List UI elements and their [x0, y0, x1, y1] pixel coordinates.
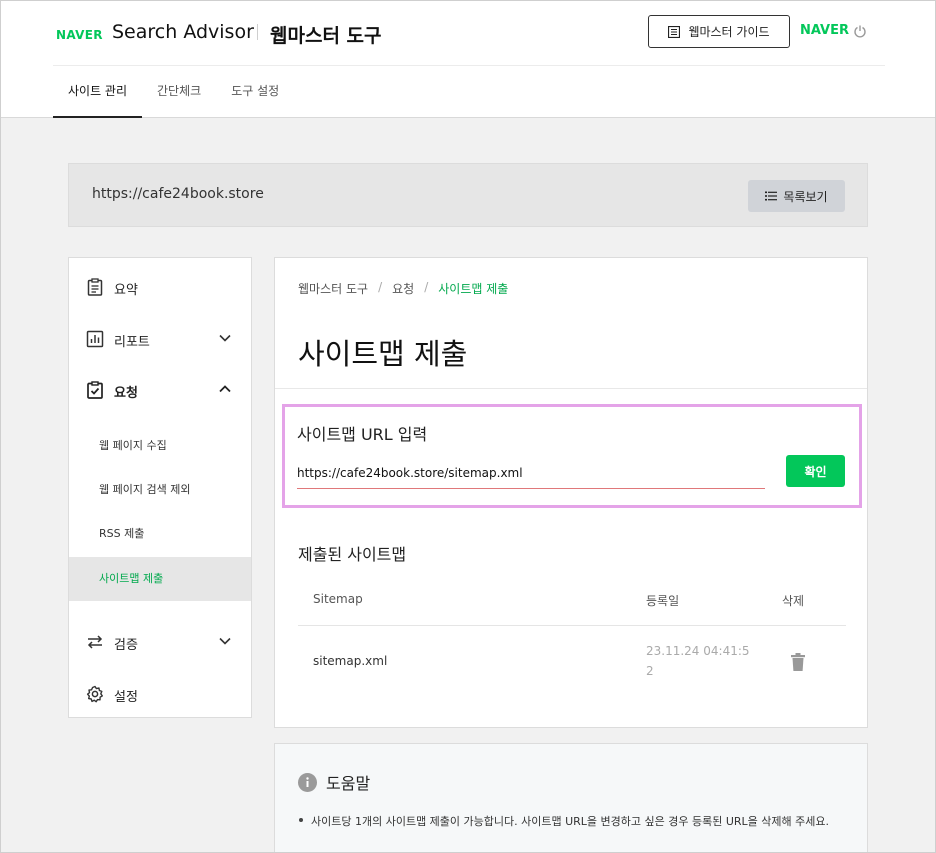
title-divider — [257, 24, 258, 40]
list-icon — [765, 191, 778, 201]
help-text: 사이트당 1개의 사이트맵 제출이 가능합니다. 사이트맵 URL을 변경하고 … — [311, 815, 830, 828]
sidebar-item-verify[interactable]: 검증 — [69, 618, 251, 662]
breadcrumb-separator: / — [424, 280, 429, 294]
confirm-button[interactable]: 확인 — [786, 455, 845, 487]
product-name[interactable]: Search Advisor — [112, 21, 254, 43]
sidebar-item-settings[interactable]: 설정 — [69, 670, 251, 714]
nav-tabs: 사이트 관리 간단체크 도구 설정 — [53, 66, 294, 118]
breadcrumb-current: 사이트맵 제출 — [438, 282, 509, 296]
column-sitemap: Sitemap — [313, 592, 363, 606]
sidebar-item-summary[interactable]: 요약 — [69, 263, 251, 307]
bullet-dot — [299, 818, 303, 822]
gear-icon — [86, 685, 103, 703]
sitemap-url-input[interactable] — [297, 457, 765, 489]
sitemap-name[interactable]: sitemap.xml — [313, 654, 387, 668]
guide-book-icon — [668, 25, 681, 38]
help-card: 도움말 사이트당 1개의 사이트맵 제출이 가능합니다. 사이트맵 URL을 변… — [274, 743, 868, 853]
naver-account-link[interactable]: NAVER — [800, 23, 867, 38]
breadcrumb-webmaster-tool[interactable]: 웹마스터 도구 — [298, 280, 368, 297]
sidebar-item-request[interactable]: 요청 — [69, 366, 251, 410]
sidebar-label-request: 요청 — [114, 386, 138, 401]
naver-logo[interactable]: NAVER — [56, 28, 103, 42]
chevron-down-icon — [219, 334, 231, 342]
sidebar-label-report: 리포트 — [114, 335, 150, 350]
power-icon[interactable] — [853, 24, 867, 38]
sidebar-subitem-page-exclude[interactable]: 웹 페이지 검색 제외 — [69, 468, 251, 512]
breadcrumb-request[interactable]: 요청 — [392, 280, 414, 297]
breadcrumb-separator: / — [378, 280, 383, 294]
help-header: 도움말 — [298, 770, 370, 794]
sidebar-subitem-sitemap-submit[interactable]: 사이트맵 제출 — [69, 557, 251, 601]
tab-site-management[interactable]: 사이트 관리 — [53, 66, 143, 118]
site-bar: https://cafe24book.store 목록보기 — [68, 163, 868, 227]
sitemap-registered-date: 23.11.24 04:41:52 — [646, 644, 750, 678]
help-title: 도움말 — [326, 774, 371, 793]
sitemap-url-label: 사이트맵 URL 입력 — [297, 425, 428, 444]
sidebar-label-settings: 설정 — [114, 690, 138, 705]
tab-tool-settings[interactable]: 도구 설정 — [216, 66, 294, 118]
clipboard-icon — [87, 278, 103, 296]
sitemap-url-input-section: 사이트맵 URL 입력 확인 — [282, 404, 862, 508]
sidebar-label-verify: 검증 — [114, 638, 138, 653]
sidebar: 요약 리포트 요청 웹 페이지 수집 웹 페이지 검색 제외 RSS 제출 사이… — [68, 257, 252, 718]
list-button-label: 목록보기 — [783, 189, 828, 204]
divider — [275, 388, 867, 389]
chevron-down-icon — [219, 637, 231, 645]
tab-simple-check[interactable]: 간단체크 — [142, 66, 216, 118]
table-row: sitemap.xml 23.11.24 04:41:52 — [298, 627, 846, 697]
chevron-up-icon — [219, 385, 231, 393]
verify-arrows-icon — [87, 635, 103, 649]
breadcrumb: 웹마스터 도구 / 요청 / 사이트맵 제출 — [298, 280, 508, 297]
guide-button-label: 웹마스터 가이드 — [688, 25, 770, 39]
tool-title[interactable]: 웹마스터 도구 — [270, 21, 382, 48]
naver-link-label: NAVER — [800, 23, 850, 38]
sidebar-label-summary: 요약 — [114, 283, 138, 298]
submitted-sitemaps-title: 제출된 사이트맵 — [298, 545, 407, 564]
sidebar-subitem-rss-submit[interactable]: RSS 제출 — [69, 512, 251, 556]
top-header: NAVER Search Advisor 웹마스터 도구 웹마스터 가이드 NA… — [1, 1, 935, 118]
sidebar-subitem-page-collect[interactable]: 웹 페이지 수집 — [69, 424, 251, 468]
list-view-button[interactable]: 목록보기 — [748, 180, 845, 212]
request-check-icon — [87, 381, 103, 399]
sitemap-submit-card: 웹마스터 도구 / 요청 / 사이트맵 제출 사이트맵 제출 사이트맵 URL … — [274, 257, 868, 728]
column-registered-date: 등록일 — [646, 594, 680, 608]
report-chart-icon — [86, 330, 104, 348]
sidebar-item-report[interactable]: 리포트 — [69, 315, 251, 359]
trash-icon[interactable] — [791, 653, 805, 671]
info-icon — [298, 772, 317, 792]
brand-row: NAVER Search Advisor 웹마스터 도구 웹마스터 가이드 NA… — [53, 1, 885, 66]
site-url: https://cafe24book.store — [92, 186, 264, 202]
webmaster-guide-button[interactable]: 웹마스터 가이드 — [648, 15, 790, 48]
column-delete: 삭제 — [782, 594, 805, 608]
page-title: 사이트맵 제출 — [298, 337, 468, 371]
table-header: Sitemap 등록일 삭제 — [298, 576, 846, 626]
